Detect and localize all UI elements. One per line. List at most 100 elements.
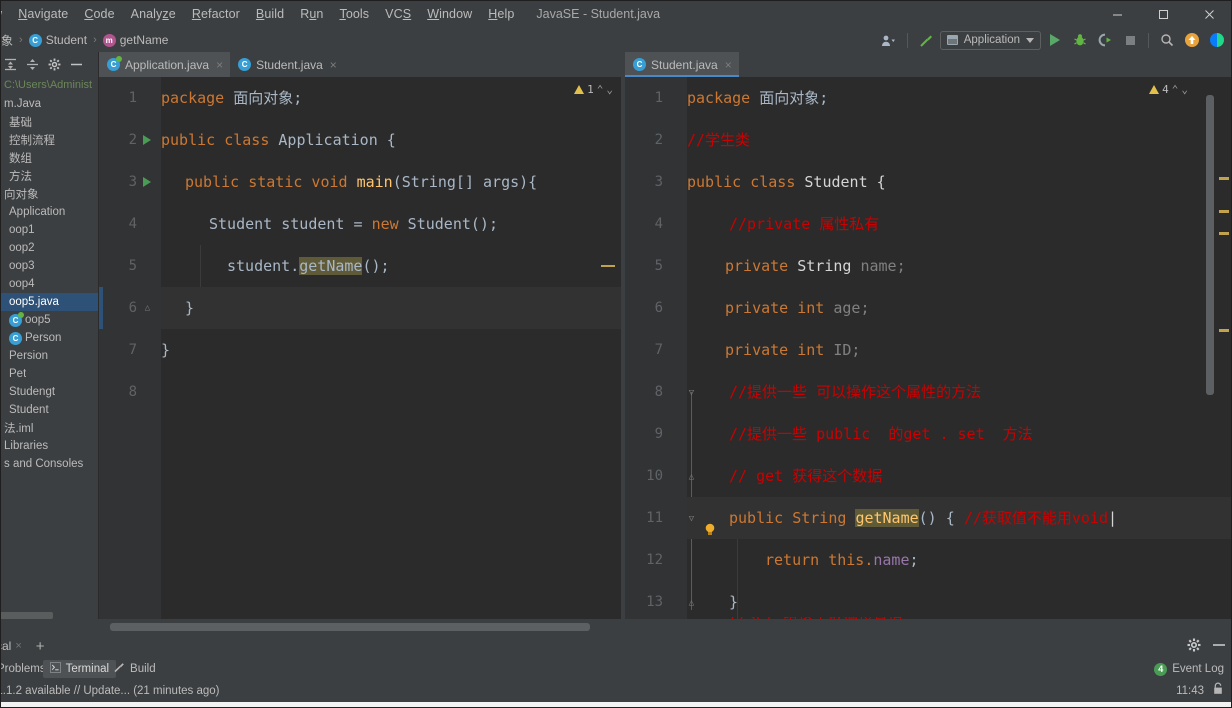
- menu-tools[interactable]: Tools: [331, 4, 377, 24]
- intention-bulb-icon[interactable]: [704, 511, 716, 535]
- expand-all-icon[interactable]: [2, 56, 19, 73]
- run-with-coverage-button[interactable]: [1094, 30, 1116, 50]
- tab-close-icon[interactable]: ×: [330, 58, 337, 72]
- status-tab-terminal[interactable]: Terminal: [42, 660, 117, 678]
- tree-node-iml[interactable]: 法.iml: [0, 419, 98, 437]
- tree-node-oop4[interactable]: oop4: [0, 275, 98, 293]
- menu-refactor[interactable]: Refactor: [184, 4, 248, 24]
- tab-student-java-right[interactable]: C Student.java ×: [625, 52, 739, 77]
- inspection-widget-right[interactable]: 4 ⌃ ⌄: [1149, 83, 1188, 96]
- fold-end-icon[interactable]: △: [687, 472, 696, 482]
- tab-application-java[interactable]: C Application.java ×: [99, 52, 231, 77]
- menu-run[interactable]: Run: [292, 4, 331, 24]
- status-message[interactable]: 21.1.2 available // Update... (21 minute…: [0, 685, 220, 697]
- editor-left-hscrollbar[interactable]: [110, 623, 590, 631]
- tree-node-scratches[interactable]: s and Consoles: [0, 455, 98, 473]
- chevron-down-icon[interactable]: ⌄: [606, 83, 613, 96]
- fold-end-icon[interactable]: △: [687, 598, 696, 608]
- vertical-splitter-right[interactable]: [621, 52, 624, 619]
- code-line-3: 3 public static void main(String[] args)…: [99, 161, 621, 203]
- warning-stripe[interactable]: [1219, 329, 1229, 332]
- tree-node-fangfa[interactable]: 方法: [0, 167, 98, 185]
- chevron-up-icon[interactable]: ⌃: [597, 83, 604, 96]
- method-icon: m: [102, 33, 116, 47]
- tree-node-kongzhiliucheng[interactable]: 控制流程: [0, 131, 98, 149]
- fold-icon[interactable]: △: [143, 303, 152, 313]
- tree-node-pet[interactable]: Pet: [0, 365, 98, 383]
- warning-stripe[interactable]: [1219, 177, 1229, 180]
- settings-gear-icon[interactable]: [46, 56, 63, 73]
- update-button[interactable]: [1181, 30, 1203, 50]
- menu-code[interactable]: Code: [76, 4, 122, 24]
- search-everywhere-button[interactable]: [1156, 30, 1178, 50]
- terminal-session-tab[interactable]: cal ×: [0, 637, 28, 655]
- build-hammer-icon[interactable]: [915, 30, 937, 50]
- inspection-widget-left[interactable]: 1 ⌃ ⌄: [574, 83, 613, 96]
- editor-right[interactable]: 4 ⌃ ⌄ 1 package 面向对象; 2 //学生类 3 public c…: [625, 77, 1232, 619]
- collapse-all-icon[interactable]: [24, 56, 41, 73]
- run-configuration-selector[interactable]: Application: [939, 30, 1041, 50]
- ide-logo-icon[interactable]: [1206, 30, 1228, 50]
- editor-left[interactable]: 1 ⌃ ⌄ 1 package 面向对象; 2 public class App…: [99, 77, 621, 619]
- tree-node-oop2[interactable]: oop2: [0, 239, 98, 257]
- tree-horizontal-scrollbar[interactable]: [0, 612, 53, 619]
- project-tree[interactable]: C:\Users\Administ m.Java 基础 控制流程 数组 方法 向…: [0, 76, 98, 619]
- hide-tool-window-icon[interactable]: [68, 56, 85, 73]
- minimize-tool-window-icon[interactable]: [1212, 638, 1226, 655]
- tree-node-shuzu[interactable]: 数组: [0, 149, 98, 167]
- maximize-icon: [1158, 9, 1168, 19]
- tree-node-student[interactable]: Student: [0, 401, 98, 419]
- tree-node-oop1[interactable]: oop1: [0, 221, 98, 239]
- run-gutter-icon[interactable]: [143, 177, 151, 187]
- tree-node-main-java[interactable]: m.Java: [0, 95, 98, 113]
- maximize-button[interactable]: [1140, 0, 1186, 28]
- tree-node-jichu[interactable]: 基础: [0, 113, 98, 131]
- menu-navigate[interactable]: Navigate: [10, 4, 76, 24]
- menu-window[interactable]: Window: [419, 4, 480, 24]
- code-line-14-clipped: //set 给这个数据设置值: [729, 617, 1019, 619]
- tab-student-java-left[interactable]: C Student.java ×: [230, 52, 344, 77]
- tree-node-oop5[interactable]: C oop5: [0, 311, 98, 329]
- close-icon[interactable]: ×: [15, 640, 21, 652]
- fold-collapse-icon[interactable]: ▽: [687, 388, 696, 398]
- chevron-up-icon[interactable]: ⌃: [1172, 83, 1179, 96]
- tree-node-mianxiangduixiang[interactable]: 向对象: [0, 185, 98, 203]
- tree-node-application[interactable]: Application: [0, 203, 98, 221]
- menu-analyze[interactable]: Analyze: [123, 4, 184, 24]
- java-class-icon: C: [107, 56, 122, 71]
- tree-node-studengt[interactable]: Studengt: [0, 383, 98, 401]
- warning-stripe[interactable]: [1219, 232, 1229, 235]
- menu-vcs[interactable]: VCS: [377, 4, 419, 24]
- breadcrumb-item-package[interactable]: 向对象: [0, 30, 18, 51]
- add-session-button[interactable]: +: [28, 638, 53, 655]
- tab-close-icon[interactable]: ×: [216, 58, 223, 72]
- tree-node-libraries[interactable]: Libraries: [0, 437, 98, 455]
- menu-help[interactable]: Help: [480, 4, 522, 24]
- editor-right-vscrollbar[interactable]: [1206, 95, 1214, 395]
- run-gutter-icon[interactable]: [143, 135, 151, 145]
- fold-collapse-icon[interactable]: ▽: [687, 514, 696, 524]
- breadcrumb-item-method[interactable]: m getName: [98, 31, 174, 49]
- lock-icon[interactable]: [1212, 682, 1224, 700]
- tree-node-oop3[interactable]: oop3: [0, 257, 98, 275]
- close-button[interactable]: [1186, 0, 1232, 28]
- menu-build[interactable]: Build: [248, 4, 292, 24]
- minimize-button[interactable]: [1094, 0, 1140, 28]
- user-settings-icon[interactable]: [878, 30, 900, 50]
- run-button[interactable]: [1044, 30, 1066, 50]
- tree-node-oop5-java[interactable]: oop5.java: [0, 293, 98, 311]
- line-number: 11: [646, 510, 663, 526]
- settings-gear-icon[interactable]: [1187, 638, 1201, 655]
- breadcrumb-item-class[interactable]: C Student: [24, 31, 92, 49]
- tree-node-person[interactable]: C Person: [0, 329, 98, 347]
- event-log-area[interactable]: 4 Event Log: [1154, 658, 1224, 680]
- chevron-down-icon[interactable]: ⌄: [1181, 83, 1188, 96]
- status-tab-build[interactable]: Build: [106, 660, 163, 678]
- line-number: 12: [646, 552, 663, 568]
- stop-button[interactable]: [1119, 30, 1141, 50]
- debug-button[interactable]: [1069, 30, 1091, 50]
- menu-view[interactable]: ew: [0, 4, 10, 24]
- tree-node-persion[interactable]: Persion: [0, 347, 98, 365]
- tab-close-icon[interactable]: ×: [725, 58, 732, 72]
- warning-stripe[interactable]: [1219, 210, 1229, 213]
